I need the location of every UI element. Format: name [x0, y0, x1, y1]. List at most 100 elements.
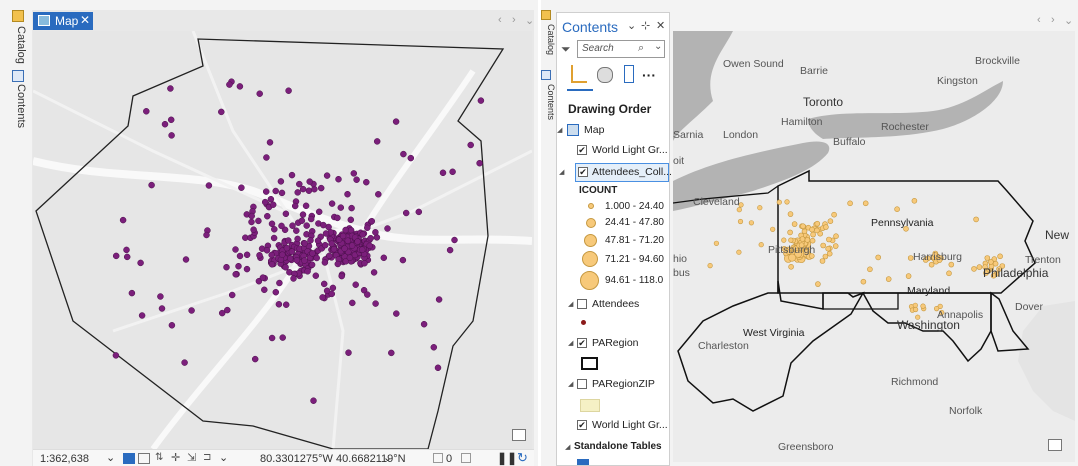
attendee-point — [384, 225, 391, 232]
chevron-down-icon[interactable]: ⌄ — [106, 451, 115, 464]
filter-icon[interactable]: ⏷ — [561, 42, 571, 57]
attendee-point — [307, 237, 314, 244]
attendee-point — [347, 226, 355, 234]
attendee-point — [294, 189, 301, 196]
attendee-point — [317, 184, 325, 192]
attendee-point — [435, 296, 443, 303]
toc-attendees[interactable]: ◢ Attendees — [557, 297, 671, 315]
attendee-point — [393, 310, 400, 317]
right-map-view[interactable]: Owen Sound Barrie Brockville Kingston To… — [673, 31, 1075, 462]
expand-icon[interactable]: ◢ — [557, 126, 562, 134]
close-icon[interactable]: ✕ — [80, 13, 90, 27]
attendee-point — [305, 187, 313, 194]
toc-attendees-coll[interactable]: ◢ ✔ Attendees_Coll... — [559, 163, 672, 182]
table-icon[interactable] — [138, 453, 150, 464]
crosshair-icon[interactable]: ✛ — [171, 451, 180, 464]
list-by-drawing-order-icon[interactable] — [571, 65, 587, 83]
search-icon[interactable]: ⌕ — [638, 42, 644, 55]
attendee-point — [352, 281, 359, 288]
close-icon[interactable]: ✕ — [656, 19, 665, 32]
basemap-gallery-icon[interactable] — [1048, 439, 1062, 451]
chevron-down-icon[interactable]: ⌄ — [654, 41, 662, 52]
map-label-dover: Dover — [1015, 301, 1044, 313]
expand-icon[interactable]: ◢ — [568, 339, 573, 347]
attendee-point — [467, 141, 474, 149]
pin-icon[interactable]: ⊹ — [641, 19, 650, 32]
scale-selector[interactable]: 1:362,638 — [40, 453, 89, 465]
chevron-down-icon[interactable]: ⌄ — [525, 14, 534, 27]
chevron-down-icon[interactable]: ⌄ — [627, 19, 636, 32]
contents-tab[interactable]: Contents — [540, 84, 556, 120]
chevron-down-icon[interactable]: ⌄ — [1064, 14, 1073, 27]
layer-visibility-checkbox[interactable]: ✔ — [577, 145, 587, 155]
filter-icon[interactable] — [461, 453, 471, 463]
catalog-icon[interactable] — [12, 10, 24, 22]
attendee-point — [279, 334, 286, 341]
chevron-left-icon[interactable]: ‹ — [498, 14, 502, 26]
sort-icon[interactable]: ⇅ — [155, 452, 163, 463]
chevron-left-icon[interactable]: ‹ — [1037, 14, 1041, 26]
left-map-view[interactable] — [33, 31, 532, 449]
expand-icon[interactable]: ◢ — [568, 300, 573, 308]
right-map-canvas[interactable] — [673, 31, 1075, 462]
attendee-point — [275, 301, 283, 308]
chevron-right-icon[interactable]: › — [1051, 14, 1055, 26]
contents-icon[interactable] — [12, 70, 24, 82]
toc-paregionzip[interactable]: ◢ PARegionZIP — [557, 377, 671, 395]
grid-icon[interactable] — [123, 453, 135, 464]
toc-map-label: Map — [584, 124, 605, 136]
refresh-icon[interactable]: ↻ — [517, 450, 528, 466]
attendee-collected-point — [905, 273, 912, 279]
attendee-point — [328, 240, 335, 247]
layer-visibility-checkbox[interactable]: ✔ — [578, 167, 588, 177]
toc-world-light-gray[interactable]: ✔ World Light Gr... — [557, 143, 671, 161]
list-by-selection-icon[interactable] — [624, 65, 634, 83]
catalog-tab[interactable]: Catalog — [540, 24, 556, 55]
more-icon[interactable]: ··· — [642, 67, 656, 83]
chevron-down-icon[interactable]: ⌄ — [383, 451, 392, 464]
layer-visibility-checkbox[interactable] — [577, 299, 587, 309]
snap-icon[interactable]: ⊐ — [203, 452, 211, 463]
map-icon — [38, 15, 50, 26]
toc-standalone-tables[interactable]: ◢ Standalone Tables — [557, 440, 671, 458]
contents-tab[interactable]: Contents — [11, 84, 27, 128]
attendee-collected-point — [791, 221, 798, 227]
selected-features-icon[interactable] — [433, 453, 443, 463]
attendee-point — [218, 108, 225, 116]
contents-icon[interactable] — [541, 70, 551, 80]
catalog-icon[interactable] — [541, 10, 551, 20]
catalog-tab[interactable]: Catalog — [11, 26, 27, 64]
attendee-collected-point — [799, 236, 806, 242]
attendee-collected-point — [809, 237, 816, 244]
left-map-canvas[interactable] — [33, 31, 532, 449]
layer-visibility-checkbox[interactable]: ✔ — [577, 338, 587, 348]
attendee-point — [277, 178, 285, 185]
layer-visibility-checkbox[interactable] — [577, 379, 587, 389]
map-label-brockville: Brockville — [975, 55, 1020, 67]
toc-paregion[interactable]: ◢ ✔ PARegion — [557, 336, 671, 354]
attendee-point — [296, 180, 303, 188]
attendee-point — [334, 260, 342, 268]
toc-map[interactable]: ◢ Map — [557, 123, 671, 141]
toc-world-light-gray-2[interactable]: ✔ World Light Gr... — [557, 418, 671, 436]
pause-icon[interactable]: ❚❚ — [497, 451, 517, 465]
attendee-point — [415, 208, 423, 216]
tab-map[interactable]: Map ✕ — [33, 12, 93, 30]
basemap-gallery-icon[interactable] — [512, 429, 526, 441]
expand-icon[interactable]: ◢ — [568, 380, 573, 388]
expand-icon[interactable]: ◢ — [559, 168, 564, 176]
attendee-point — [248, 218, 255, 226]
attendee-point — [420, 320, 428, 328]
toc-layer-label: World Light Gr... — [592, 144, 668, 156]
list-by-source-icon[interactable] — [597, 67, 613, 83]
layer-visibility-checkbox[interactable]: ✔ — [577, 420, 587, 430]
search-input[interactable]: Search ⌕ ⌄ — [577, 40, 665, 58]
attendee-point — [329, 284, 337, 292]
chevron-down-icon[interactable]: ⌄ — [219, 451, 228, 464]
chevron-right-icon[interactable]: › — [512, 14, 516, 26]
north-arrow-icon[interactable]: ⇲ — [187, 451, 196, 464]
expand-icon[interactable]: ◢ — [565, 443, 570, 451]
attendee-point — [272, 187, 279, 195]
attendee-collected-point — [860, 278, 867, 285]
attendee-point — [157, 293, 164, 300]
